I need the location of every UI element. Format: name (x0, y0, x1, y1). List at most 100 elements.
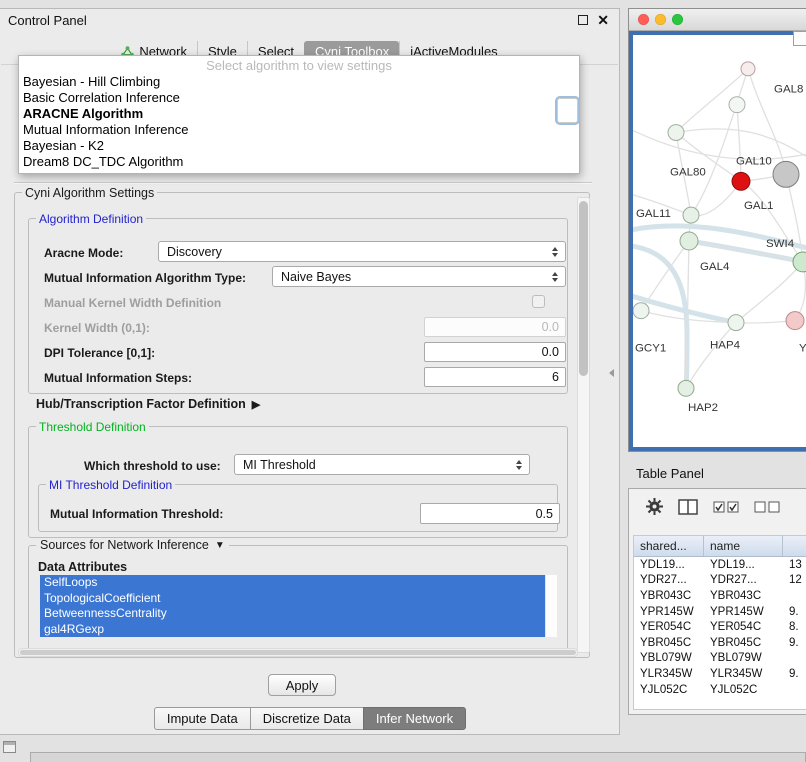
column-header-0[interactable]: shared... (634, 536, 704, 556)
manual-kernel-label: Manual Kernel Width Definition (44, 296, 221, 310)
network-node-gal11[interactable] (683, 207, 699, 223)
close-traffic-light[interactable] (638, 14, 649, 25)
float-window-icon[interactable] (578, 15, 588, 25)
table-cell: 9. (783, 606, 806, 618)
table-row[interactable]: YER054CYER054C8. (634, 619, 806, 635)
table-body: YDL19...YDL19...13YDR27...YDR27...12YBR0… (634, 557, 806, 697)
sources-group-toggle[interactable]: Sources for Network Inference ▼ (36, 538, 229, 552)
network-canvas[interactable]: GAL8GAL80GAL10GAL11GAL1SWI4GAL4GCY1HAP4Y… (633, 35, 806, 447)
dpi-tolerance-label: DPI Tolerance [0,1]: (44, 346, 155, 360)
column-header-2[interactable] (783, 536, 806, 556)
which-threshold-select[interactable]: MI Threshold (234, 454, 530, 475)
mi-threshold-input[interactable] (420, 503, 560, 524)
attribute-item-gal4rgexp[interactable]: gal4RGexp (40, 622, 546, 638)
hub-definition-label: Hub/Transcription Factor Definition (36, 397, 246, 411)
table-cell: YER054C (704, 621, 783, 633)
table-cell: YDL19... (634, 559, 704, 571)
network-node-hub-gray[interactable] (773, 161, 799, 187)
table-cell: YJL052C (704, 684, 783, 696)
window-title: Control Panel (8, 13, 87, 28)
hub-definition-expander[interactable]: Hub/Transcription Factor Definition ▶ (36, 397, 260, 411)
mi-type-label: Mutual Information Algorithm Type: (44, 271, 246, 285)
minimize-traffic-light[interactable] (655, 14, 666, 25)
attribute-item-topologicalcoefficient[interactable]: TopologicalCoefficient (40, 591, 546, 607)
network-corner-button[interactable] (793, 31, 806, 46)
bottom-tab-impute-data[interactable]: Impute Data (154, 707, 251, 730)
network-node-gal4[interactable] (680, 232, 698, 250)
which-threshold-label: Which threshold to use: (84, 459, 221, 473)
network-window-titlebar[interactable] (629, 9, 806, 31)
node-label-gal1: GAL1 (744, 200, 773, 212)
network-node-upper[interactable] (729, 97, 745, 113)
data-attributes-list: SelfLoopsTopologicalCoefficientBetweenne… (40, 575, 557, 637)
mi-type-value: Naive Bayes (281, 270, 351, 284)
close-window-icon[interactable]: ✕ (597, 15, 609, 25)
network-node-hap4[interactable] (728, 315, 744, 331)
bottom-tab-infer-network[interactable]: Infer Network (363, 707, 466, 730)
algorithm-option-bayesian-hill-climbing[interactable]: Bayesian - Hill Climbing (19, 74, 579, 90)
show-columns-icon[interactable] (678, 499, 698, 515)
table-settings-gear-icon[interactable] (646, 498, 663, 515)
table-row[interactable]: YBR045CYBR045C9. (634, 635, 806, 651)
select-all-columns-icon[interactable] (713, 500, 739, 514)
table-row[interactable]: YDL19...YDL19...13 (634, 557, 806, 573)
network-node-right-green[interactable] (793, 252, 806, 272)
table-cell: YBL079W (704, 652, 783, 664)
mi-steps-input[interactable] (424, 367, 566, 387)
algorithm-option-bayesian-k2[interactable]: Bayesian - K2 (19, 138, 579, 154)
deselect-all-columns-icon[interactable] (754, 500, 780, 514)
network-node-hap2[interactable] (678, 380, 694, 396)
minimized-panel-icon[interactable] (3, 741, 16, 753)
scrollbar-thumb[interactable] (20, 650, 576, 655)
attribute-item-selfloops[interactable]: SelfLoops (40, 575, 546, 591)
table-row[interactable]: YLR345WYLR345W9. (634, 666, 806, 682)
kernel-width-label: Kernel Width (0,1): (44, 321, 150, 335)
mi-threshold-label: Mutual Information Threshold: (50, 507, 223, 521)
table-cell: 13 (783, 559, 806, 571)
table-cell: YPR145W (634, 606, 704, 618)
bottom-tab-discretize-data[interactable]: Discretize Data (250, 707, 364, 730)
dpi-tolerance-input[interactable] (424, 342, 566, 362)
panel-splitter-icon[interactable] (609, 369, 614, 377)
table-row[interactable]: YDR27...YDR27...12 (634, 573, 806, 589)
algorithm-option-dream8-dc-tdc-algorithm[interactable]: Dream8 DC_TDC Algorithm (19, 154, 579, 170)
network-node-pink[interactable] (786, 312, 804, 330)
bottom-tabbar: Impute DataDiscretize DataInfer Network (0, 707, 620, 730)
sources-group-title: Sources for Network Inference (40, 538, 209, 552)
zoom-traffic-light[interactable] (672, 14, 683, 25)
algorithm-combo-fragment[interactable] (555, 96, 580, 125)
horizontal-scrollbar[interactable] (18, 648, 578, 657)
mi-algorithm-type-select[interactable]: Naive Bayes (272, 266, 566, 287)
apply-button[interactable]: Apply (268, 674, 336, 696)
table-row[interactable]: YPR145WYPR145W9. (634, 604, 806, 620)
algorithm-option-mutual-information-inference[interactable]: Mutual Information Inference (19, 122, 579, 138)
algorithm-dropdown-list: Bayesian - Hill ClimbingBasic Correlatio… (19, 74, 579, 170)
attribute-item-betweennesscentrality[interactable]: BetweennessCentrality (40, 606, 546, 622)
table-cell: YDR27... (704, 574, 783, 586)
settings-scrollbar[interactable] (577, 197, 590, 653)
manual-kernel-checkbox[interactable] (532, 295, 545, 308)
list-scrollbar[interactable] (545, 575, 557, 637)
algorithm-option-basic-correlation-inference[interactable]: Basic Correlation Inference (19, 90, 579, 106)
control-panel-titlebar[interactable]: Control Panel ✕ (0, 9, 619, 31)
collapse-arrow-icon: ▼ (215, 540, 225, 551)
table-row[interactable]: YBR043CYBR043C (634, 588, 806, 604)
column-header-1[interactable]: name (704, 536, 783, 556)
network-node-gal10[interactable] (732, 172, 750, 190)
aracne-mode-select[interactable]: Discovery (158, 241, 566, 262)
algorithm-definition-title: Algorithm Definition (36, 212, 146, 226)
network-node-gcy1[interactable] (633, 303, 649, 319)
table-cell: 12 (783, 574, 806, 586)
table-cell: YLR345W (634, 668, 704, 680)
network-node-top[interactable] (741, 62, 755, 76)
table-row[interactable]: YJL052CYJL052C (634, 682, 806, 698)
algorithm-option-aracne-algorithm[interactable]: ARACNE Algorithm (19, 106, 579, 122)
table-cell: YLR345W (704, 668, 783, 680)
scrollbar-thumb[interactable] (579, 201, 588, 376)
table-toolbar (629, 489, 806, 522)
table-cell: YBR045C (634, 637, 704, 649)
table-row[interactable]: YBL079WYBL079W (634, 651, 806, 667)
table-cell: YJL052C (634, 684, 704, 696)
node-label-y: Y (799, 342, 806, 354)
network-node-gal80[interactable] (668, 125, 684, 141)
